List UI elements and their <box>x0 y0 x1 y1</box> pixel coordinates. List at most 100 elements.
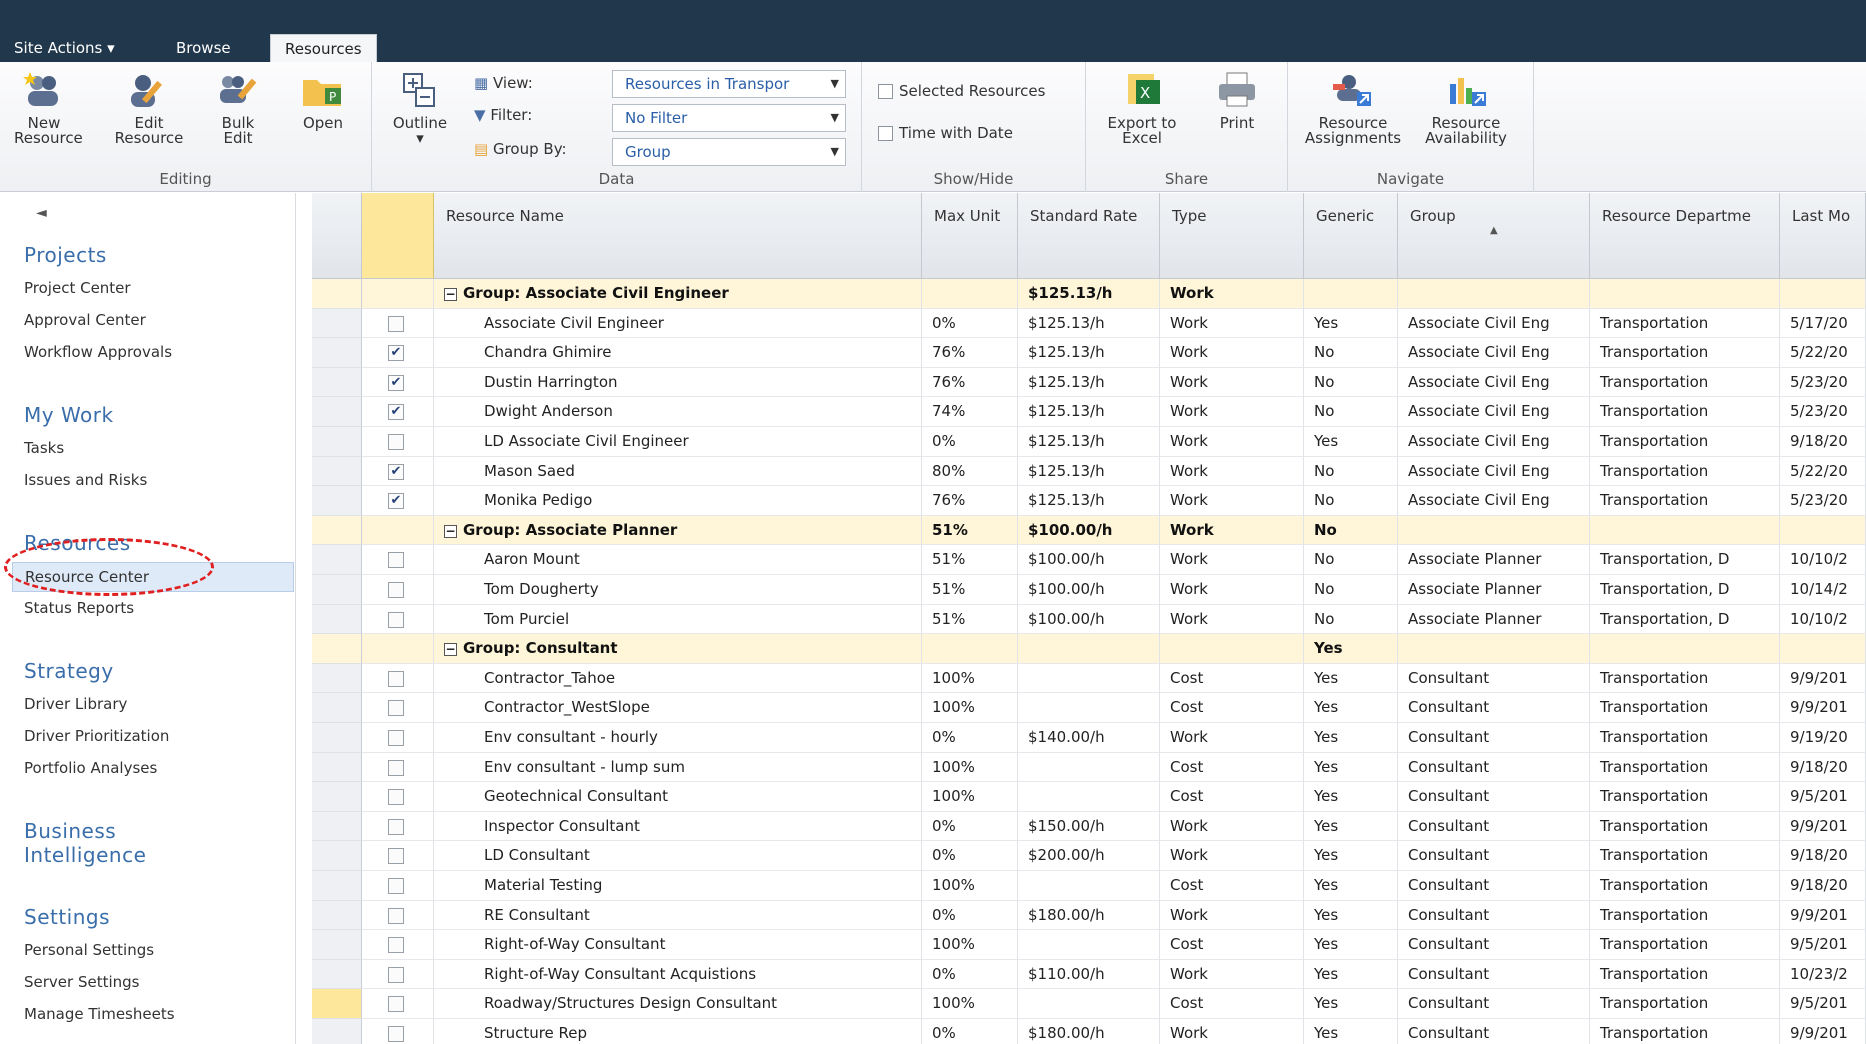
cell-type[interactable]: Cost <box>1160 693 1304 723</box>
cell-max-unit[interactable]: 0% <box>922 811 1018 842</box>
cell-max-unit[interactable]: 51% <box>922 545 1018 575</box>
cell-last-modified[interactable]: 5/23/20 <box>1780 367 1866 398</box>
cell-standard-rate[interactable] <box>1018 693 1160 723</box>
table-row[interactable]: RE Consultant 0% $180.00/h Work Yes Consultan… <box>312 900 1866 931</box>
select-cell[interactable] <box>362 723 434 753</box>
cell-generic[interactable]: Yes <box>1304 693 1398 723</box>
cell-type[interactable]: Cost <box>1160 663 1304 694</box>
cell-resource-name[interactable]: − Group: Associate Planner <box>434 515 922 546</box>
cell-resource-name[interactable]: RE Consultant <box>434 900 922 931</box>
table-row[interactable]: Tom Dougherty 51% $100.00/h Work No Associate… <box>312 575 1866 605</box>
cell-resource-department[interactable]: Transportation <box>1590 871 1780 901</box>
cell-resource-department[interactable]: Transportation, D <box>1590 545 1780 575</box>
cell-type[interactable] <box>1160 634 1304 664</box>
cell-group[interactable]: Consultant <box>1398 1019 1590 1044</box>
cell-max-unit[interactable]: 51% <box>922 575 1018 605</box>
new-resource-button[interactable]: New Resource <box>14 70 83 146</box>
tab-site-actions[interactable]: Site Actions ▾ <box>0 34 129 62</box>
cell-standard-rate[interactable]: $125.13/h <box>1018 427 1160 457</box>
row-checkbox[interactable] <box>388 611 404 628</box>
select-cell[interactable] <box>362 663 434 694</box>
cell-group[interactable]: Associate Civil Eng <box>1398 397 1590 427</box>
cell-standard-rate[interactable]: $125.13/h <box>1018 397 1160 427</box>
select-cell[interactable] <box>362 693 434 723</box>
cell-resource-department[interactable]: Transportation <box>1590 397 1780 427</box>
row-header[interactable] <box>312 338 362 368</box>
cell-resource-name[interactable]: Aaron Mount <box>434 545 922 575</box>
cell-last-modified[interactable]: 5/23/20 <box>1780 397 1866 427</box>
row-header[interactable] <box>312 575 362 605</box>
row-checkbox[interactable]: ✔ <box>388 374 404 391</box>
cell-last-modified[interactable]: 5/17/20 <box>1780 308 1866 339</box>
edit-resource-button[interactable]: Edit Resource <box>108 70 190 146</box>
nav-item-status-reports[interactable]: Status Reports <box>24 599 134 617</box>
cell-generic[interactable]: No <box>1304 604 1398 635</box>
row-checkbox[interactable] <box>388 907 404 924</box>
cell-last-modified[interactable]: 5/23/20 <box>1780 486 1866 516</box>
cell-resource-department[interactable] <box>1590 515 1780 546</box>
nav-item-approval-center[interactable]: Approval Center <box>24 311 146 329</box>
cell-standard-rate[interactable]: $150.00/h <box>1018 811 1160 842</box>
select-cell[interactable] <box>362 752 434 783</box>
cell-resource-department[interactable] <box>1590 279 1780 309</box>
cell-group[interactable]: Associate Civil Eng <box>1398 338 1590 368</box>
cell-max-unit[interactable]: 51% <box>922 604 1018 635</box>
cell-resource-department[interactable] <box>1590 634 1780 664</box>
row-header[interactable] <box>312 752 362 783</box>
collapse-group-icon[interactable]: − <box>444 288 457 301</box>
row-checkbox[interactable] <box>388 966 404 983</box>
cell-resource-department[interactable]: Transportation <box>1590 989 1780 1019</box>
cell-last-modified[interactable]: 9/18/20 <box>1780 752 1866 783</box>
cell-max-unit[interactable]: 100% <box>922 930 1018 960</box>
cell-standard-rate[interactable] <box>1018 871 1160 901</box>
cell-group[interactable] <box>1398 279 1590 309</box>
cell-standard-rate[interactable] <box>1018 782 1160 812</box>
cell-last-modified[interactable]: 10/14/2 <box>1780 575 1866 605</box>
cell-group[interactable]: Associate Civil Eng <box>1398 308 1590 339</box>
select-cell[interactable] <box>362 1019 434 1044</box>
bulk-edit-button[interactable]: Bulk Edit <box>208 70 268 146</box>
cell-group[interactable]: Consultant <box>1398 900 1590 931</box>
view-select[interactable]: Resources in Transpor ▼ <box>612 70 846 98</box>
cell-generic[interactable] <box>1304 279 1398 309</box>
cell-standard-rate[interactable] <box>1018 752 1160 783</box>
row-header[interactable] <box>312 308 362 339</box>
cell-resource-name[interactable]: Inspector Consultant <box>434 811 922 842</box>
row-header[interactable] <box>312 1019 362 1044</box>
table-row[interactable]: Env consultant - lump sum 100% Cost Yes Cons… <box>312 752 1866 783</box>
cell-resource-department[interactable]: Transportation, D <box>1590 604 1780 635</box>
col-header-generic[interactable]: Generic <box>1304 193 1398 279</box>
row-checkbox[interactable] <box>388 848 404 865</box>
select-cell[interactable] <box>362 841 434 871</box>
cell-resource-department[interactable]: Transportation <box>1590 723 1780 753</box>
cell-resource-name[interactable]: Right-of-Way Consultant Acquistions <box>434 959 922 990</box>
table-row[interactable]: Right-of-Way Consultant Acquistions 0% $11… <box>312 959 1866 990</box>
cell-type[interactable]: Cost <box>1160 871 1304 901</box>
nav-heading-my-work[interactable]: My Work <box>24 403 114 427</box>
row-header[interactable] <box>312 841 362 871</box>
row-header[interactable] <box>312 545 362 575</box>
table-row[interactable]: Inspector Consultant 0% $150.00/h Work Yes Co… <box>312 811 1866 842</box>
open-button[interactable]: P Open <box>290 70 356 131</box>
select-cell[interactable] <box>362 427 434 457</box>
cell-resource-name[interactable]: Associate Civil Engineer <box>434 308 922 339</box>
select-cell[interactable] <box>362 811 434 842</box>
cell-max-unit[interactable]: 100% <box>922 871 1018 901</box>
cell-last-modified[interactable]: 10/23/2 <box>1780 959 1866 990</box>
cell-max-unit[interactable]: 76% <box>922 486 1018 516</box>
cell-resource-name[interactable]: Tom Purciel <box>434 604 922 635</box>
row-header[interactable] <box>312 486 362 516</box>
row-header[interactable] <box>312 663 362 694</box>
row-header[interactable] <box>312 723 362 753</box>
nav-heading-strategy[interactable]: Strategy <box>24 659 114 683</box>
cell-standard-rate[interactable]: $140.00/h <box>1018 723 1160 753</box>
row-header[interactable] <box>312 456 362 487</box>
cell-resource-name[interactable]: Contractor_WestSlope <box>434 693 922 723</box>
table-row[interactable]: ✔ Dustin Harrington 76% $125.13/h Work No Asso… <box>312 367 1866 398</box>
cell-type[interactable]: Cost <box>1160 782 1304 812</box>
select-cell[interactable] <box>362 575 434 605</box>
cell-last-modified[interactable]: 9/5/201 <box>1780 930 1866 960</box>
nav-item-personal-settings[interactable]: Personal Settings <box>24 941 154 959</box>
time-with-date-toggle[interactable]: Time with Date <box>878 124 1013 142</box>
cell-group[interactable]: Consultant <box>1398 959 1590 990</box>
